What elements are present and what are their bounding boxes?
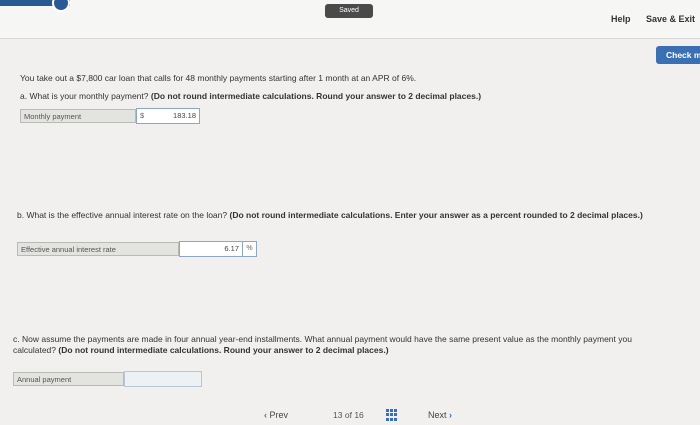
check-my-work-button[interactable]: Check m (656, 46, 700, 64)
prev-button[interactable]: ‹ Prev (264, 410, 288, 420)
percent-unit: % (243, 241, 257, 257)
monthly-payment-input[interactable]: $ 183.18 (136, 108, 200, 124)
part-a-instruction: (Do not round intermediate calculations.… (150, 91, 482, 101)
saved-status-badge: Saved (325, 4, 373, 18)
effective-rate-value: 6.17 (224, 244, 239, 253)
chevron-right-icon: › (449, 410, 453, 420)
question-intro: You take out a $7,800 car loan that call… (20, 73, 417, 83)
top-bar: Saved Help Save & Exit (0, 0, 700, 39)
part-b-instruction: (Do not round intermediate calculations.… (229, 210, 643, 220)
monthly-payment-value: 183.18 (173, 111, 196, 120)
prev-label: Prev (269, 410, 289, 420)
part-b-question: b. What is the effective annual interest… (17, 210, 228, 220)
next-label: Next (428, 410, 447, 420)
question-grid-icon[interactable] (386, 409, 398, 421)
annual-payment-input[interactable] (124, 371, 202, 387)
annual-payment-label: Annual payment (13, 372, 124, 386)
page-total: 16 (354, 410, 364, 420)
brand-logo-icon (52, 0, 70, 12)
monthly-payment-label: Monthly payment (20, 109, 136, 123)
dollar-sign: $ (140, 111, 145, 120)
chevron-left-icon: ‹ (264, 410, 267, 420)
page-current: 13 (333, 410, 343, 420)
page-indicator: 13 of 16 (333, 410, 364, 420)
part-c-prompt: c. Now assume the payments are made in f… (13, 334, 673, 356)
page-of: of (344, 410, 352, 420)
effective-rate-input[interactable]: 6.17 (179, 241, 243, 257)
part-a-prompt: a. What is your monthly payment? (Do not… (20, 91, 481, 102)
part-c-instruction: (Do not round intermediate calculations.… (58, 345, 389, 355)
effective-rate-label: Effective annual interest rate (17, 242, 179, 256)
part-a-question: a. What is your monthly payment? (20, 91, 149, 101)
part-b-prompt: b. What is the effective annual interest… (17, 210, 677, 221)
next-button[interactable]: Next › (428, 410, 452, 420)
save-exit-button[interactable]: Save & Exit (646, 14, 695, 24)
help-button[interactable]: Help (611, 14, 631, 24)
